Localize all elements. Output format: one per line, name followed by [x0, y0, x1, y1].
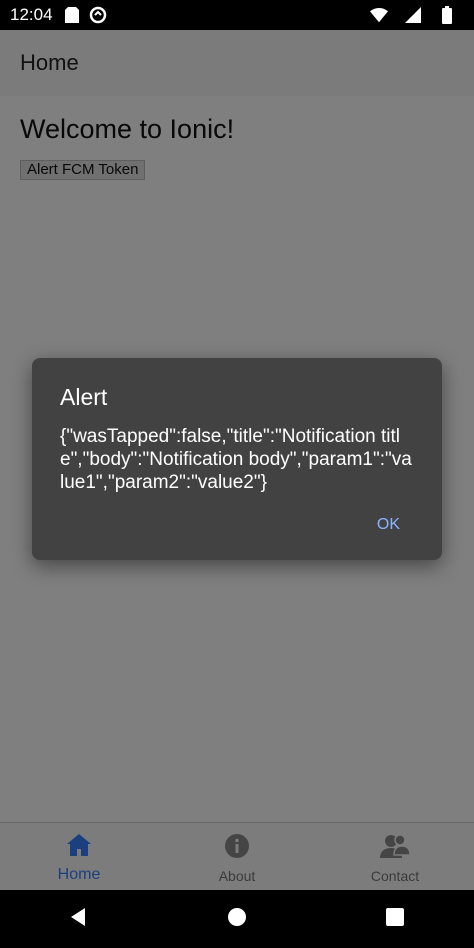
home-circle-icon[interactable] [227, 907, 247, 932]
dialog-message: {"wasTapped":false,"title":"Notification… [60, 426, 412, 493]
system-nav-bar [0, 890, 474, 948]
recents-icon[interactable] [385, 907, 405, 932]
status-bar: 12:04 [0, 0, 474, 30]
status-time: 12:04 [10, 5, 53, 24]
ok-button[interactable]: OK [371, 512, 406, 538]
wifi-icon [370, 6, 388, 24]
signal-icon [404, 6, 422, 24]
dialog-title: Alert [60, 384, 108, 410]
battery-icon [438, 6, 456, 24]
back-icon[interactable] [69, 907, 89, 932]
sync-icon [89, 6, 107, 24]
alert-dialog: Alert {"wasTapped":false,"title":"Notifi… [32, 358, 442, 560]
sd-card-icon [63, 6, 81, 24]
